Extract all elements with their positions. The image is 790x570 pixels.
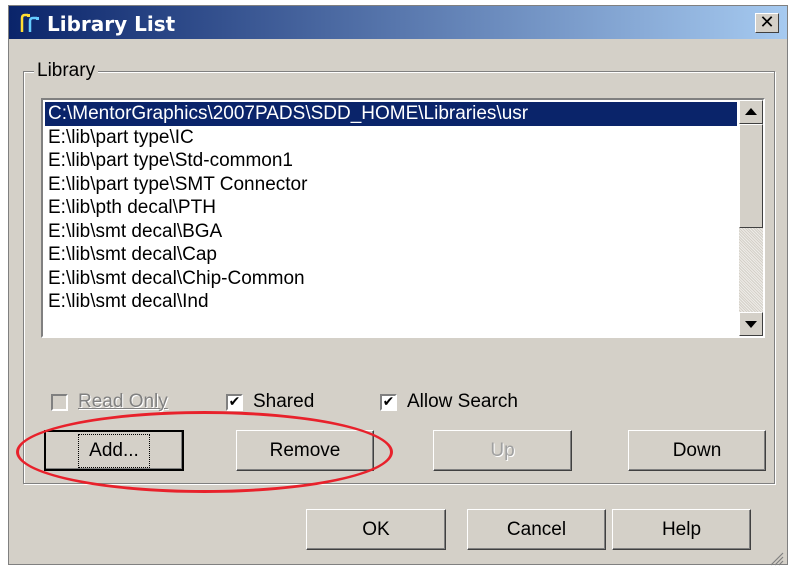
title-bar[interactable]: Library List ✕ <box>9 6 787 39</box>
cancel-button-label: Cancel <box>506 518 567 540</box>
down-button[interactable]: Down <box>628 430 766 471</box>
up-button[interactable]: Up <box>433 430 572 471</box>
window-title: Library List <box>47 12 176 36</box>
resize-grip-icon[interactable] <box>770 552 784 566</box>
remove-button[interactable]: Remove <box>236 430 374 471</box>
list-item[interactable]: E:\lib\smt decal\Cap <box>45 243 737 267</box>
shared-label: Shared <box>253 391 315 412</box>
list-items: C:\MentorGraphics\2007PADS\SDD_HOME\Libr… <box>45 102 737 314</box>
checkmark-icon: ✔ <box>380 393 397 411</box>
allow-search-checkbox[interactable]: ✔ Allow Search <box>380 391 518 413</box>
ok-button[interactable]: OK <box>306 509 446 550</box>
scroll-up-arrow-icon <box>745 108 757 115</box>
shared-checkbox[interactable]: ✔ Shared <box>226 391 314 413</box>
list-item[interactable]: E:\lib\smt decal\BGA <box>45 220 737 244</box>
scroll-down-button[interactable] <box>739 312 763 336</box>
help-button[interactable]: Help <box>612 509 751 550</box>
read-only-checkbox[interactable]: Read Only <box>51 391 168 413</box>
remove-button-label: Remove <box>269 439 341 461</box>
close-icon: ✕ <box>759 12 775 33</box>
list-item[interactable]: E:\lib\pth decal\PTH <box>45 196 737 220</box>
close-button[interactable]: ✕ <box>755 13 779 33</box>
read-only-box <box>51 393 68 411</box>
up-button-label: Up <box>490 439 515 461</box>
list-item[interactable]: E:\lib\smt decal\Ind <box>45 290 737 314</box>
vertical-scrollbar[interactable] <box>739 100 763 336</box>
add-button-label: Add... <box>78 433 150 468</box>
down-button-label: Down <box>672 439 722 461</box>
list-item[interactable]: E:\lib\part type\Std-common1 <box>45 149 737 173</box>
scroll-down-arrow-icon <box>745 321 757 328</box>
list-item[interactable]: E:\lib\part type\IC <box>45 126 737 150</box>
list-item[interactable]: E:\lib\part type\SMT Connector <box>45 173 737 197</box>
add-button[interactable]: Add... <box>44 430 184 471</box>
help-button-label: Help <box>661 518 702 540</box>
checkmark-icon: ✔ <box>226 393 243 411</box>
list-item[interactable]: C:\MentorGraphics\2007PADS\SDD_HOME\Libr… <box>45 102 737 126</box>
group-label: Library <box>34 60 99 82</box>
scroll-thumb[interactable] <box>739 124 763 228</box>
ok-button-label: OK <box>362 518 390 540</box>
scroll-up-button[interactable] <box>739 100 763 124</box>
read-only-label: Read Only <box>78 391 168 412</box>
allow-search-label: Allow Search <box>407 391 518 412</box>
cancel-button[interactable]: Cancel <box>467 509 606 550</box>
list-item[interactable]: E:\lib\smt decal\Chip-Common <box>45 267 737 291</box>
library-app-icon <box>20 13 39 32</box>
library-listbox[interactable]: C:\MentorGraphics\2007PADS\SDD_HOME\Libr… <box>41 98 765 338</box>
